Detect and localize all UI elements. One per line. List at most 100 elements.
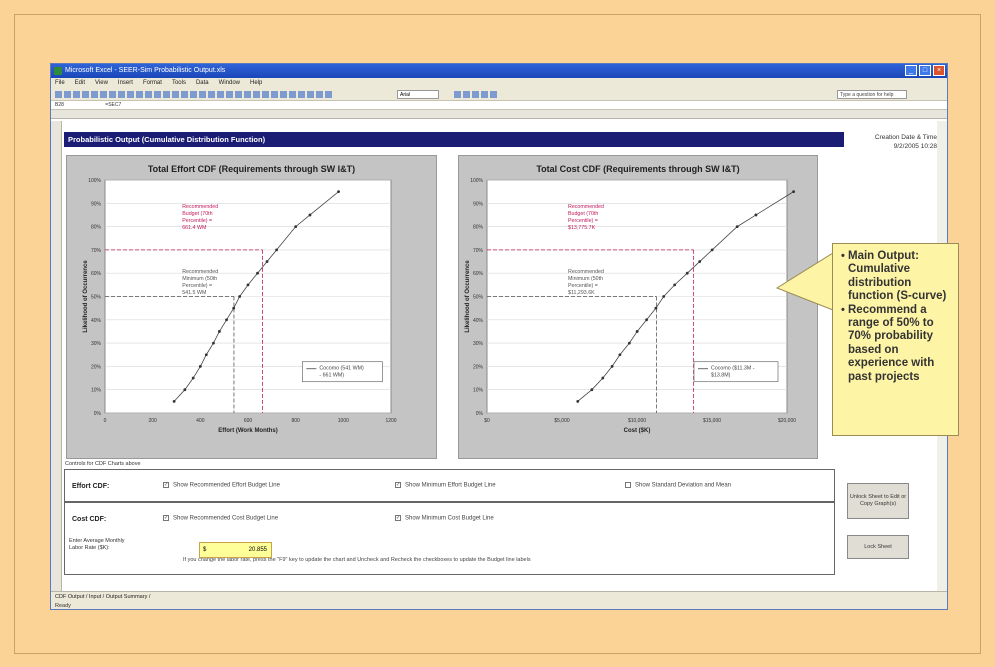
toolbar-button-icon[interactable] <box>307 91 314 98</box>
y-tick-label: 50% <box>91 295 102 301</box>
close-button[interactable]: × <box>933 65 945 76</box>
menu-help[interactable]: Help <box>250 78 262 89</box>
toolbar-button-icon[interactable] <box>472 91 479 98</box>
menu-file[interactable]: File <box>55 78 65 89</box>
menu-insert[interactable]: Insert <box>118 78 133 89</box>
formula-bar[interactable]: B28 =SEC7 <box>51 101 947 110</box>
data-point <box>576 399 580 403</box>
cost-chart-svg: 0% 10% 20% 30% 40% 50% 60% 70% 80% 90% 100% $0 $5,00… <box>465 178 796 434</box>
x-tick-label: $10,000 <box>628 418 646 424</box>
y-axis-label: Likelihood of Occurrence <box>465 260 471 333</box>
y-tick-label: 20% <box>91 364 102 370</box>
toolbar-button-icon[interactable] <box>490 91 497 98</box>
lock-sheet-button[interactable]: Lock Sheet <box>847 535 909 559</box>
toolbar-button-icon[interactable] <box>55 91 62 98</box>
toolbar-button-icon[interactable] <box>127 91 134 98</box>
y-tick-label: 80% <box>473 225 484 231</box>
creation-date: Creation Date & Time 9/2/2005 10:28 <box>849 133 937 151</box>
toolbar-button-icon[interactable] <box>271 91 278 98</box>
cost-minimum-checkbox[interactable]: ✓ Show Minimum Cost Budget Line <box>395 515 494 522</box>
toolbar-button-icon[interactable] <box>154 91 161 98</box>
toolbar-button-icon[interactable] <box>64 91 71 98</box>
toolbar-button-icon[interactable] <box>235 91 242 98</box>
toolbar-button-icon[interactable] <box>145 91 152 98</box>
data-point <box>275 248 278 252</box>
toolbar-button-icon[interactable] <box>73 91 80 98</box>
effort-recommended-checkbox[interactable]: ✓ Show Recommended Effort Budget Line <box>163 482 280 489</box>
toolbar-button-icon[interactable] <box>82 91 89 98</box>
window-titlebar[interactable]: Microsoft Excel - SEER-Sim Probabilistic… <box>51 64 947 78</box>
cost-chart[interactable]: Total Cost CDF (Requirements through SW … <box>458 155 818 459</box>
effort-stddev-checkbox[interactable]: Show Standard Deviation and Mean <box>625 482 731 489</box>
toolbar-button-icon[interactable] <box>280 91 287 98</box>
toolbar-button-icon[interactable] <box>481 91 488 98</box>
data-point <box>754 213 758 217</box>
menu-view[interactable]: View <box>95 78 108 89</box>
toolbar-button-icon[interactable] <box>190 91 197 98</box>
font-name-select[interactable]: Arial <box>397 90 439 99</box>
data-point <box>662 295 666 298</box>
toolbar-button-icon[interactable] <box>289 91 296 98</box>
toolbar-button-icon[interactable] <box>454 91 461 98</box>
y-tick-label: 20% <box>473 364 484 370</box>
help-search-input[interactable]: Type a question for help <box>837 90 907 99</box>
toolbar-button-icon[interactable] <box>217 91 224 98</box>
toolbar-button-icon[interactable] <box>100 91 107 98</box>
toolbar-button-icon[interactable] <box>136 91 143 98</box>
toolbar-button-icon[interactable] <box>118 91 125 98</box>
name-box[interactable]: B28 <box>55 102 64 108</box>
checkbox-unchecked-icon[interactable] <box>625 482 631 488</box>
toolbar-button-icon[interactable] <box>91 91 98 98</box>
data-point <box>204 353 208 357</box>
column-headers[interactable] <box>51 110 947 119</box>
toolbar-button-icon[interactable] <box>253 91 260 98</box>
creation-value: 9/2/2005 10:28 <box>893 143 937 150</box>
menu-tools[interactable]: Tools <box>172 78 186 89</box>
cost-recommended-checkbox[interactable]: ✓ Show Recommended Cost Budget Line <box>163 515 278 522</box>
toolbar-button-icon[interactable] <box>163 91 170 98</box>
checkbox-checked-icon[interactable]: ✓ <box>395 515 401 521</box>
toolbar-button-icon[interactable] <box>172 91 179 98</box>
main-output-callout: Main Output: Cumulative distribution fun… <box>832 243 959 436</box>
toolbar-button-icon[interactable] <box>181 91 188 98</box>
formula-content[interactable]: =SEC7 <box>105 102 121 108</box>
toolbar-button-icon[interactable] <box>262 91 269 98</box>
row-headers[interactable] <box>51 121 62 591</box>
menu-edit[interactable]: Edit <box>75 78 85 89</box>
menu-format[interactable]: Format <box>143 78 162 89</box>
toolbar-button-icon[interactable] <box>463 91 470 98</box>
data-point <box>191 376 195 380</box>
sheet-tabs[interactable]: CDF Output / Input / Output Summary / <box>51 591 947 601</box>
minimize-button[interactable]: _ <box>905 65 917 76</box>
effort-minimum-checkbox[interactable]: ✓ Show Minimum Effort Budget Line <box>395 482 496 489</box>
x-tick-label: 800 <box>291 418 300 424</box>
data-point <box>256 271 259 275</box>
callout-item: Main Output: Cumulative distribution fun… <box>841 250 952 304</box>
toolbar-button-icon[interactable] <box>244 91 251 98</box>
y-tick-label: 0% <box>94 411 102 417</box>
toolbar-button-icon[interactable] <box>109 91 116 98</box>
menu-data[interactable]: Data <box>196 78 209 89</box>
toolbar-button-icon[interactable] <box>298 91 305 98</box>
data-point <box>618 353 622 357</box>
unlock-sheet-button[interactable]: Unlock Sheet to Edit or Copy Graph(s) <box>847 483 909 519</box>
toolbar-button-icon[interactable] <box>199 91 206 98</box>
labor-rate-input[interactable]: $ 20.855 <box>199 542 272 558</box>
page-title: Probabilistic Output (Cumulative Distrib… <box>64 132 844 147</box>
data-point <box>212 341 215 345</box>
sheet-tab-list[interactable]: CDF Output / Input / Output Summary / <box>55 594 150 600</box>
checkbox-checked-icon[interactable]: ✓ <box>163 482 169 488</box>
data-point <box>635 330 639 333</box>
toolbar-button-icon[interactable] <box>226 91 233 98</box>
toolbar-button-icon[interactable] <box>325 91 332 98</box>
effort-chart[interactable]: Total Effort CDF (Requirements through S… <box>66 155 437 459</box>
checkbox-label: Show Recommended Effort Budget Line <box>173 482 280 489</box>
menu-window[interactable]: Window <box>219 78 240 89</box>
data-point <box>172 399 176 403</box>
checkbox-checked-icon[interactable]: ✓ <box>395 482 401 488</box>
checkbox-checked-icon[interactable]: ✓ <box>163 515 169 521</box>
menu-bar: File Edit View Insert Format Tools Data … <box>51 78 947 89</box>
maximize-button[interactable]: □ <box>919 65 931 76</box>
toolbar-button-icon[interactable] <box>316 91 323 98</box>
toolbar-button-icon[interactable] <box>208 91 215 98</box>
